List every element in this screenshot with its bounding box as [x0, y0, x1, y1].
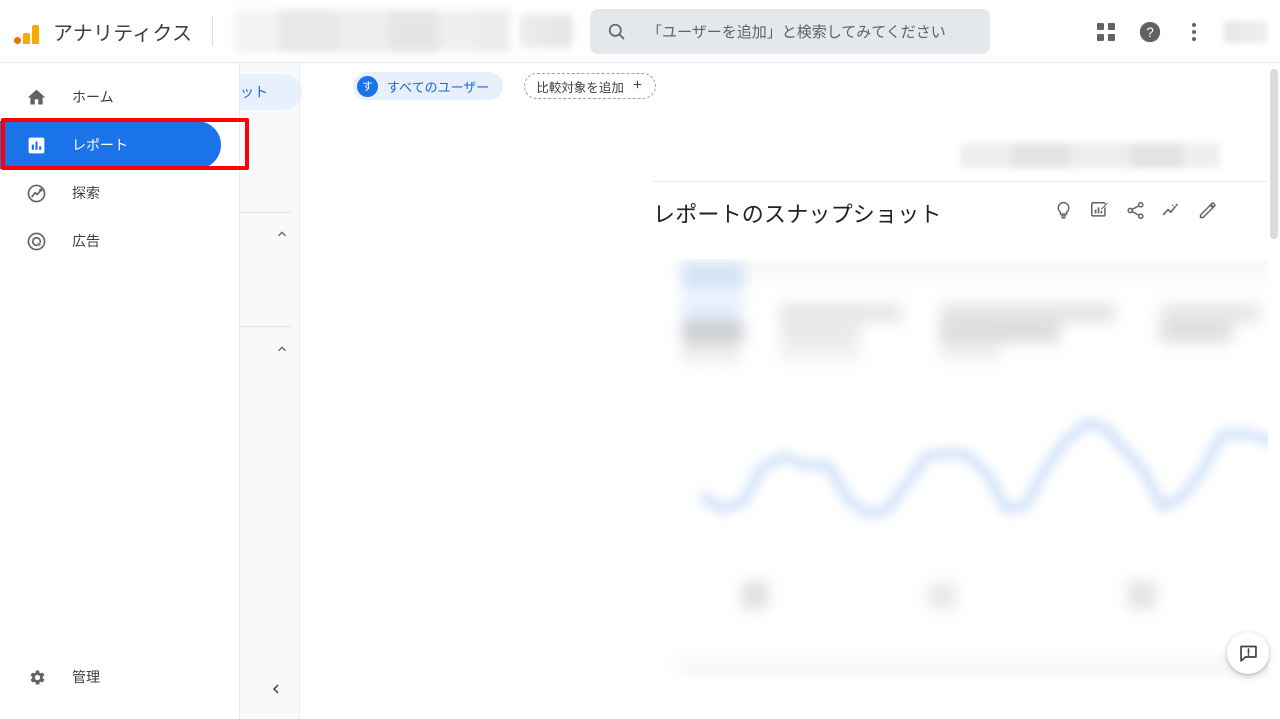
explore-icon	[24, 183, 48, 204]
all-users-chip[interactable]: す すべてのユーザー	[353, 72, 504, 100]
edit-pencil-icon[interactable]	[1195, 198, 1219, 222]
sidebar-item-label: レポート	[72, 137, 128, 153]
sidebar-item-advertising[interactable]: 広告	[0, 217, 221, 265]
advertising-icon	[24, 231, 48, 252]
sidebar-item-label: 管理	[72, 669, 100, 685]
report-toolbar	[1051, 198, 1219, 222]
sidebar-item-admin[interactable]: 管理	[0, 653, 221, 701]
bar-chart-icon	[24, 135, 48, 156]
search-placeholder: 「ユーザーを追加」と検索してみてください	[647, 24, 946, 41]
sidebar-item-label: 広告	[72, 233, 100, 249]
analytics-app-window: ット ホーム レポート 探索 広告 管理 す すべてのユーザー 比較対象を追加 …	[0, 0, 1280, 719]
sidebar-item-reports[interactable]: レポート	[0, 121, 221, 169]
help-icon[interactable]: ?	[1130, 12, 1170, 52]
analytics-logo-icon	[14, 18, 39, 44]
main-content: す すべてのユーザー 比較対象を追加 レポートのスナップショット	[300, 63, 1272, 719]
date-range-selector[interactable]	[960, 143, 1220, 168]
search-icon	[606, 21, 627, 42]
feedback-button[interactable]	[1227, 632, 1269, 674]
blurred-line-chart	[700, 417, 1272, 519]
sidebar-item-label: ホーム	[72, 89, 114, 105]
page-title: レポートのスナップショット	[653, 202, 942, 227]
feedback-icon	[1239, 645, 1257, 662]
secondary-nav-selected-label: ット	[240, 84, 268, 100]
home-icon	[24, 87, 48, 108]
avatar[interactable]	[1224, 20, 1268, 43]
more-options-icon[interactable]	[1174, 12, 1214, 52]
add-comparison-label: 比較対象を追加	[536, 80, 624, 95]
scrollbar-thumb[interactable]	[1270, 69, 1278, 239]
all-users-label: すべてのユーザー	[387, 79, 490, 95]
gear-icon	[24, 667, 48, 688]
sidebar-item-home[interactable]: ホーム	[0, 73, 221, 121]
property-selector[interactable]	[235, 10, 511, 52]
chevron-up-icon[interactable]	[274, 226, 290, 245]
add-comparison-chip[interactable]: 比較対象を追加	[524, 73, 656, 99]
main-scrollbar[interactable]	[1268, 63, 1280, 719]
customize-report-icon[interactable]	[1087, 198, 1111, 222]
brand-name: アナリティクス	[53, 22, 193, 45]
property-selector-secondary[interactable]	[520, 14, 573, 48]
insights-lightbulb-icon[interactable]	[1051, 198, 1075, 222]
sidebar-item-label: 探索	[72, 185, 100, 201]
chevron-up-icon[interactable]	[274, 341, 290, 360]
topbar-actions: ?	[1086, 0, 1280, 63]
primary-sidebar: ホーム レポート 探索 広告 管理	[0, 63, 240, 719]
svg-text:?: ?	[1146, 24, 1154, 39]
share-icon[interactable]	[1123, 198, 1147, 222]
search-input[interactable]: 「ユーザーを追加」と検索してみてください	[590, 9, 990, 54]
topbar-divider	[212, 16, 214, 46]
header-divider	[653, 181, 1272, 182]
plus-icon	[631, 78, 644, 94]
sidebar-item-explore[interactable]: 探索	[0, 169, 221, 217]
top-bar: アナリティクス 「ユーザーを追加」と検索してみてください ?	[0, 0, 1280, 63]
apps-grid-icon[interactable]	[1086, 12, 1126, 52]
trend-insights-icon[interactable]	[1159, 198, 1183, 222]
sidebar-collapse-button[interactable]	[262, 675, 290, 703]
report-snapshot-chart-card[interactable]	[660, 259, 1272, 679]
all-users-avatar: す	[357, 75, 378, 97]
comparison-chips-row: す すべてのユーザー 比較対象を追加	[300, 63, 1272, 109]
